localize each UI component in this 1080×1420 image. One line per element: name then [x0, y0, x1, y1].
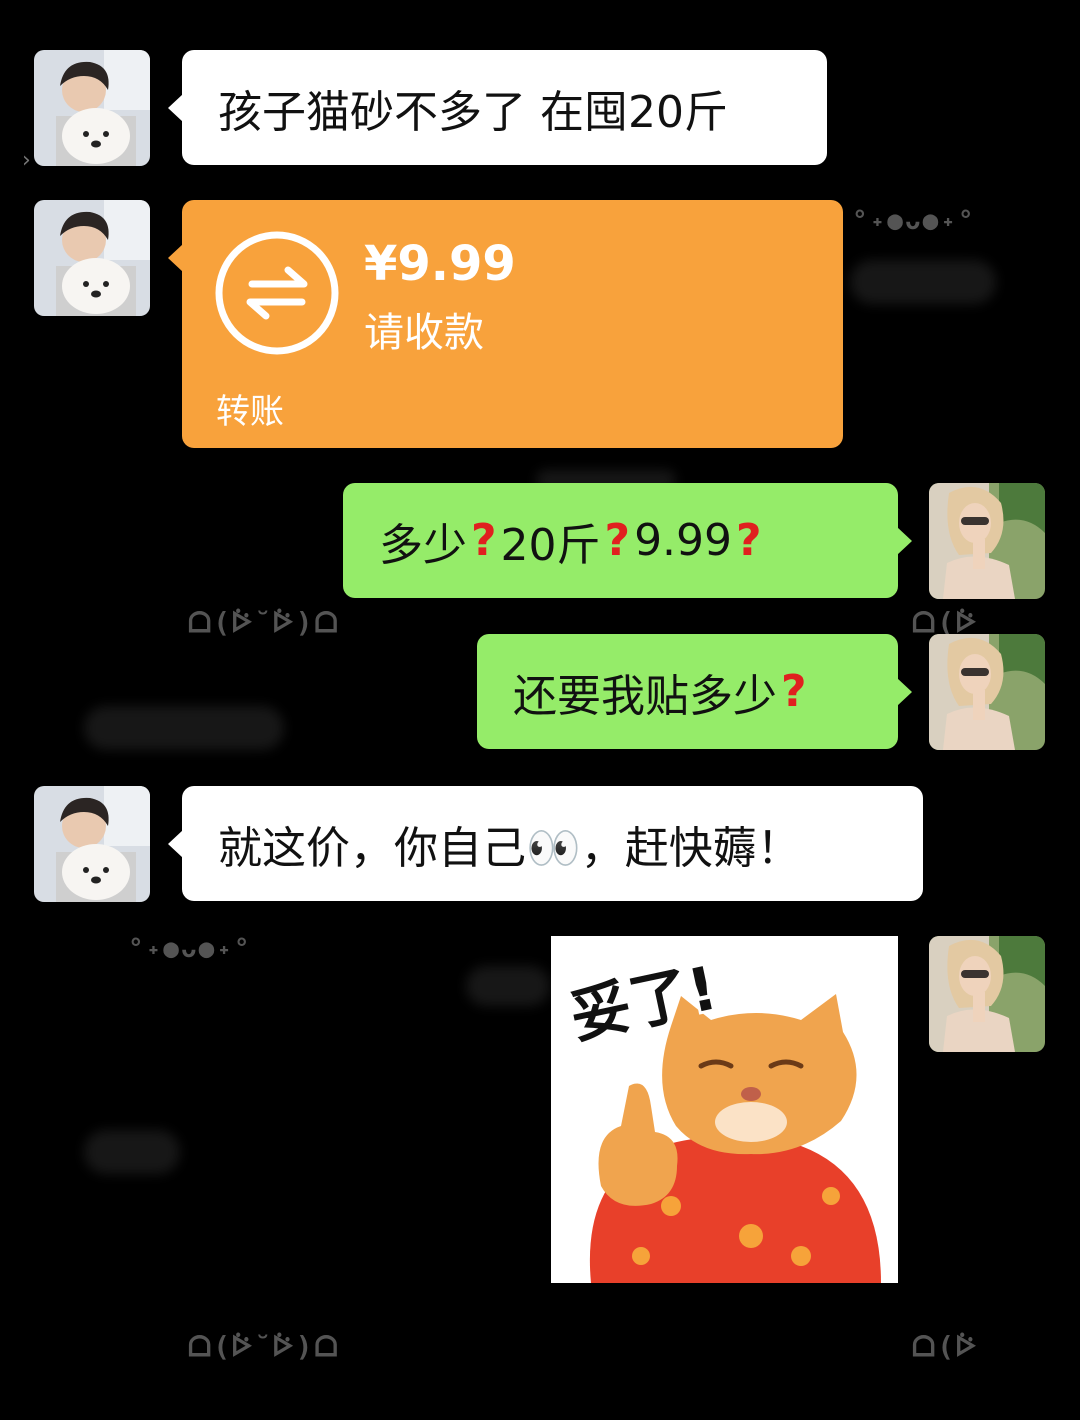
message-text: 9.99 [634, 515, 733, 566]
message-bubble-incoming[interactable]: 孩子猫砂不多了 在囤20斤 [168, 50, 827, 165]
message-bubble-outgoing[interactable]: 多少 ? 20斤 ? 9.99 ? [343, 483, 912, 598]
background-blur [466, 966, 550, 1006]
transfer-card[interactable]: ¥9.99 请收款 转账 [168, 200, 843, 448]
avatar[interactable] [34, 200, 150, 316]
transfer-amount: ¥9.99 [364, 236, 516, 292]
question-mark-icon: ? [781, 666, 807, 717]
background-dots-decoration: °˖●ᴗ●˖° [128, 934, 252, 964]
message-text: 多少 [379, 519, 467, 571]
message-bubble-outgoing[interactable]: 还要我贴多少 ? [477, 634, 912, 749]
swap-arrows-icon [214, 230, 340, 356]
sticker-image[interactable]: 妥了! [551, 936, 898, 1283]
transfer-status: 请收款 [364, 310, 484, 356]
message-text: 就这价，你自己👀，赶快薅！ [218, 822, 801, 874]
avatar[interactable] [929, 936, 1045, 1052]
chat-screen: °˖●ᴗ●˖° ᗝ(ᐖ˘ᐖ)ᗝ ᗝ(ᐖ °˖●ᴗ●˖° ᗝ(ᐖ˘ᐖ)ᗝ ᗝ(ᐖ … [0, 0, 1080, 1420]
background-blur [84, 1130, 180, 1174]
message-bubble-incoming[interactable]: 就这价，你自己👀，赶快薅！ [168, 786, 923, 901]
background-dots-decoration: °˖●ᴗ●˖° [852, 206, 976, 236]
background-face-decoration: ᗝ(ᐖ˘ᐖ)ᗝ [188, 1330, 340, 1363]
avatar[interactable] [929, 634, 1045, 750]
avatar[interactable] [34, 50, 150, 166]
message-text: 孩子猫砂不多了 在囤20斤 [218, 86, 728, 138]
avatar[interactable] [929, 483, 1045, 599]
chevron-right-icon: › [22, 148, 31, 173]
message-text: 还要我贴多少 [513, 670, 777, 722]
question-mark-icon: ? [471, 515, 497, 566]
question-mark-icon: ? [736, 515, 762, 566]
question-mark-icon: ? [604, 515, 631, 566]
background-face-decoration: ᗝ(ᐖ [912, 1330, 979, 1363]
background-blur [850, 260, 996, 304]
avatar[interactable] [34, 786, 150, 902]
background-blur [84, 706, 284, 750]
transfer-label: 转账 [216, 392, 284, 432]
background-face-decoration: ᗝ(ᐖ˘ᐖ)ᗝ [188, 606, 340, 639]
message-text: 20斤 [500, 519, 601, 571]
